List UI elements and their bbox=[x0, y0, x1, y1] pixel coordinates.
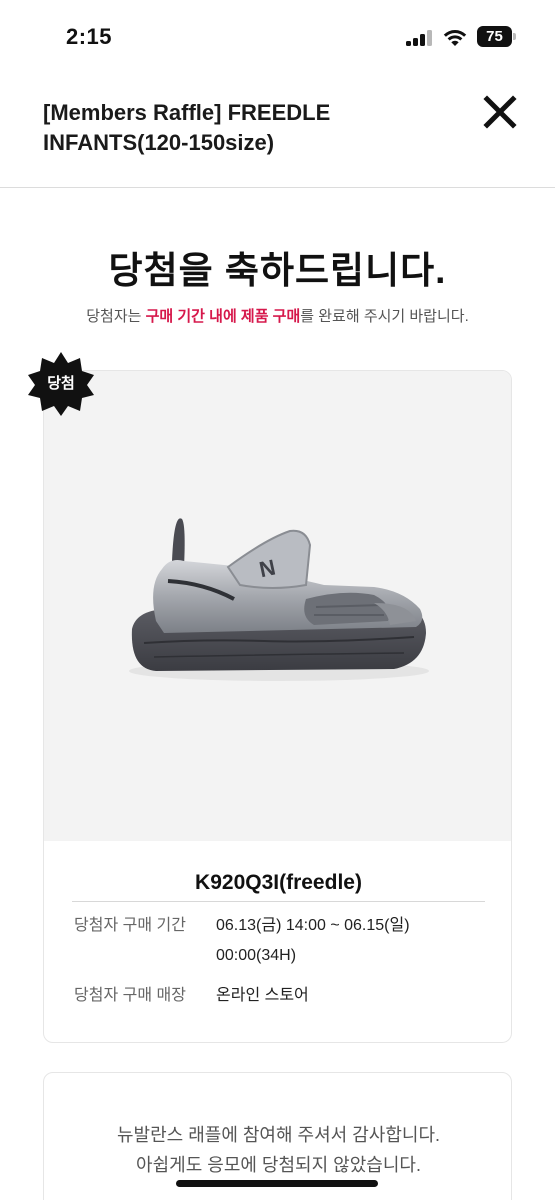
not-selected-message: 아쉽게도 응모에 당첨되지 않았습니다. bbox=[136, 1155, 421, 1175]
badge-label: 당첨 bbox=[47, 375, 75, 392]
battery-icon: 75 bbox=[477, 26, 517, 47]
purchase-period-label: 당첨자 구매 기간 bbox=[74, 917, 186, 934]
purchase-period-value: 06.13(금) 14:00 ~ 06.15(일) 00:00(34H) bbox=[216, 917, 410, 964]
winner-product-card: N K920Q3I(freedle) 당첨자 구매 기간 06.13(금) 14… bbox=[43, 370, 512, 1043]
winner-badge: 당첨 bbox=[27, 350, 95, 418]
status-bar: 2:15 75 bbox=[0, 0, 555, 72]
page-header: [Members Raffle] FREEDLE INFANTS(120-150… bbox=[0, 72, 555, 188]
page-title: [Members Raffle] FREEDLE INFANTS(120-150… bbox=[43, 100, 331, 155]
wifi-icon bbox=[443, 30, 467, 46]
status-time: 2:15 bbox=[66, 24, 113, 49]
purchase-store-value: 온라인 스토어 bbox=[216, 987, 309, 1004]
sneaker-illustration: N bbox=[129, 518, 429, 681]
winner-instruction: 당첨자는 구매 기간 내에 제품 구매를 완료해 주시기 바랍니다. bbox=[0, 305, 555, 326]
instruction-post: 를 완료해 주시기 바랍니다. bbox=[300, 308, 469, 325]
congrats-headline: 당첨을 축하드립니다. bbox=[108, 250, 447, 291]
purchase-store-label: 당첨자 구매 매장 bbox=[74, 987, 186, 1004]
product-name: K920Q3I(freedle) bbox=[72, 871, 485, 902]
product-image: N bbox=[44, 371, 511, 841]
cellular-signal-icon bbox=[406, 30, 434, 46]
instruction-highlight: 구매 기간 내에 제품 구매 bbox=[145, 308, 301, 325]
home-indicator[interactable] bbox=[176, 1180, 378, 1187]
thanks-message: 뉴발란스 래플에 참여해 주셔서 감사합니다. bbox=[116, 1125, 441, 1145]
instruction-pre: 당첨자는 bbox=[86, 308, 146, 325]
battery-level: 75 bbox=[477, 26, 512, 47]
close-icon[interactable] bbox=[478, 90, 522, 134]
